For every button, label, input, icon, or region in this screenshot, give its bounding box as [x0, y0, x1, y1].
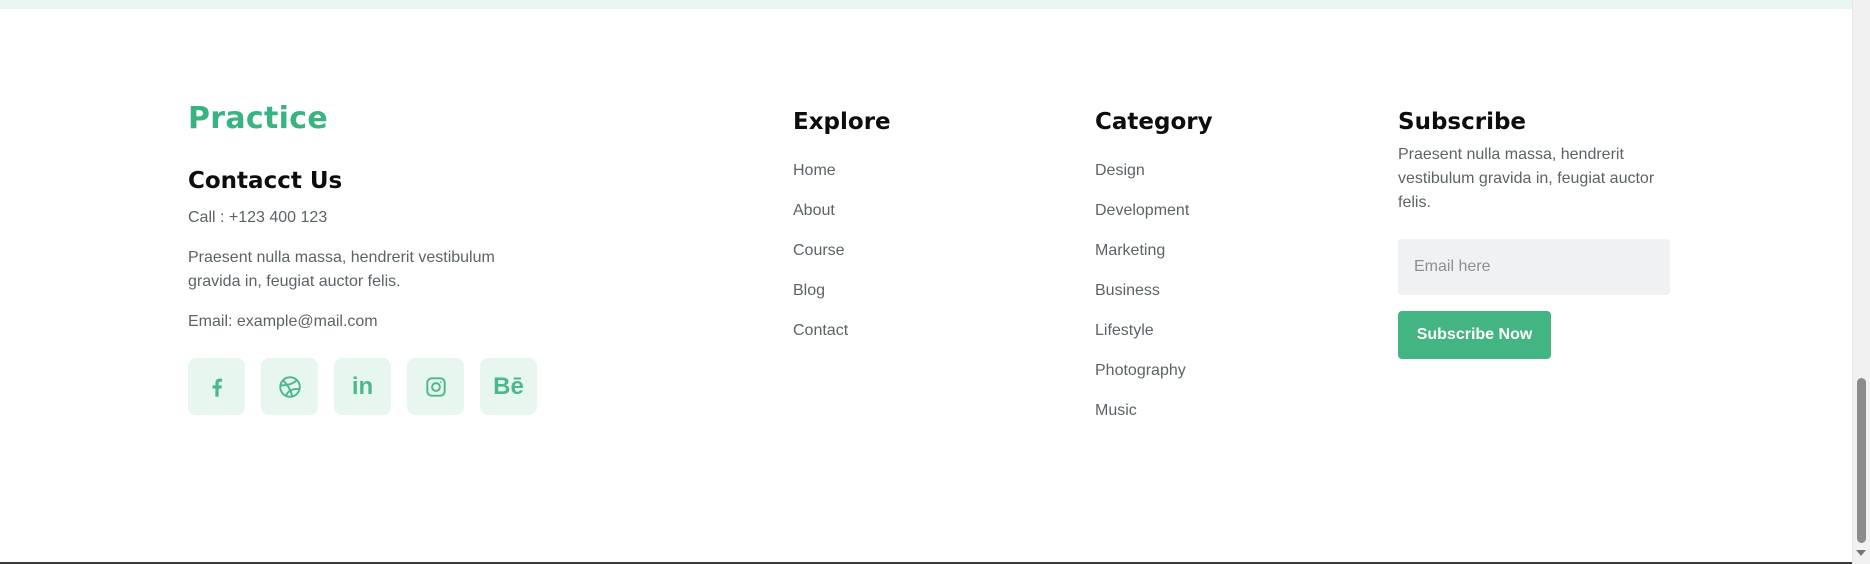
category-link-business[interactable]: Business: [1095, 281, 1375, 301]
contact-description: Praesent nulla massa, hendrerit vestibul…: [188, 249, 495, 290]
linkedin-icon: in: [351, 372, 374, 400]
contact-title: Contacct Us: [188, 168, 343, 194]
top-section-edge: [0, 0, 1852, 9]
footer-brand-column: Practice Contacct Us Call : +123 400 123…: [188, 100, 748, 415]
contact-email: Email: example@mail.com: [188, 313, 378, 330]
category-link-marketing[interactable]: Marketing: [1095, 241, 1375, 261]
footer-category-column: Category Design Development Marketing Bu…: [1095, 100, 1375, 441]
footer-subscribe-column: Subscribe Praesent nulla massa, hendreri…: [1398, 100, 1688, 359]
linkedin-button[interactable]: in: [334, 358, 391, 415]
footer: Practice Contacct Us Call : +123 400 123…: [188, 100, 1678, 440]
category-link-design[interactable]: Design: [1095, 161, 1375, 181]
explore-link-home[interactable]: Home: [793, 161, 1073, 181]
instagram-button[interactable]: [407, 358, 464, 415]
category-title: Category: [1095, 109, 1213, 135]
explore-link-course[interactable]: Course: [793, 241, 1073, 261]
contact-phone: Call : +123 400 123: [188, 209, 328, 226]
category-link-development[interactable]: Development: [1095, 201, 1375, 221]
subscribe-description: Praesent nulla massa, hendrerit vestibul…: [1398, 146, 1655, 211]
explore-title: Explore: [793, 109, 891, 135]
explore-link-contact[interactable]: Contact: [793, 321, 1073, 341]
behance-icon: Bē: [493, 372, 524, 400]
explore-link-about[interactable]: About: [793, 201, 1073, 221]
subscribe-title: Subscribe: [1398, 109, 1527, 135]
behance-button[interactable]: Bē: [480, 358, 537, 415]
scroll-down-arrow-icon[interactable]: [1856, 550, 1866, 556]
vertical-scrollbar[interactable]: [1852, 0, 1870, 564]
category-link-lifestyle[interactable]: Lifestyle: [1095, 321, 1375, 341]
explore-link-blog[interactable]: Blog: [793, 281, 1073, 301]
instagram-icon: [425, 376, 446, 397]
category-link-music[interactable]: Music: [1095, 401, 1375, 421]
facebook-button[interactable]: [188, 358, 245, 415]
footer-explore-column: Explore Home About Course Blog Contact: [793, 100, 1073, 361]
subscribe-button[interactable]: Subscribe Now: [1398, 311, 1551, 359]
category-link-photography[interactable]: Photography: [1095, 361, 1375, 381]
email-input[interactable]: [1398, 239, 1670, 295]
page: Practice Contacct Us Call : +123 400 123…: [0, 0, 1852, 564]
explore-links: Home About Course Blog Contact: [793, 161, 1073, 341]
category-links: Design Development Marketing Business Li…: [1095, 161, 1375, 421]
dribbble-icon: [278, 375, 301, 398]
social-links: in Bē: [188, 358, 748, 415]
facebook-icon: [212, 378, 222, 397]
brand-logo[interactable]: Practice: [188, 100, 748, 138]
scrollbar-thumb[interactable]: [1857, 378, 1866, 543]
dribbble-button[interactable]: [261, 358, 318, 415]
